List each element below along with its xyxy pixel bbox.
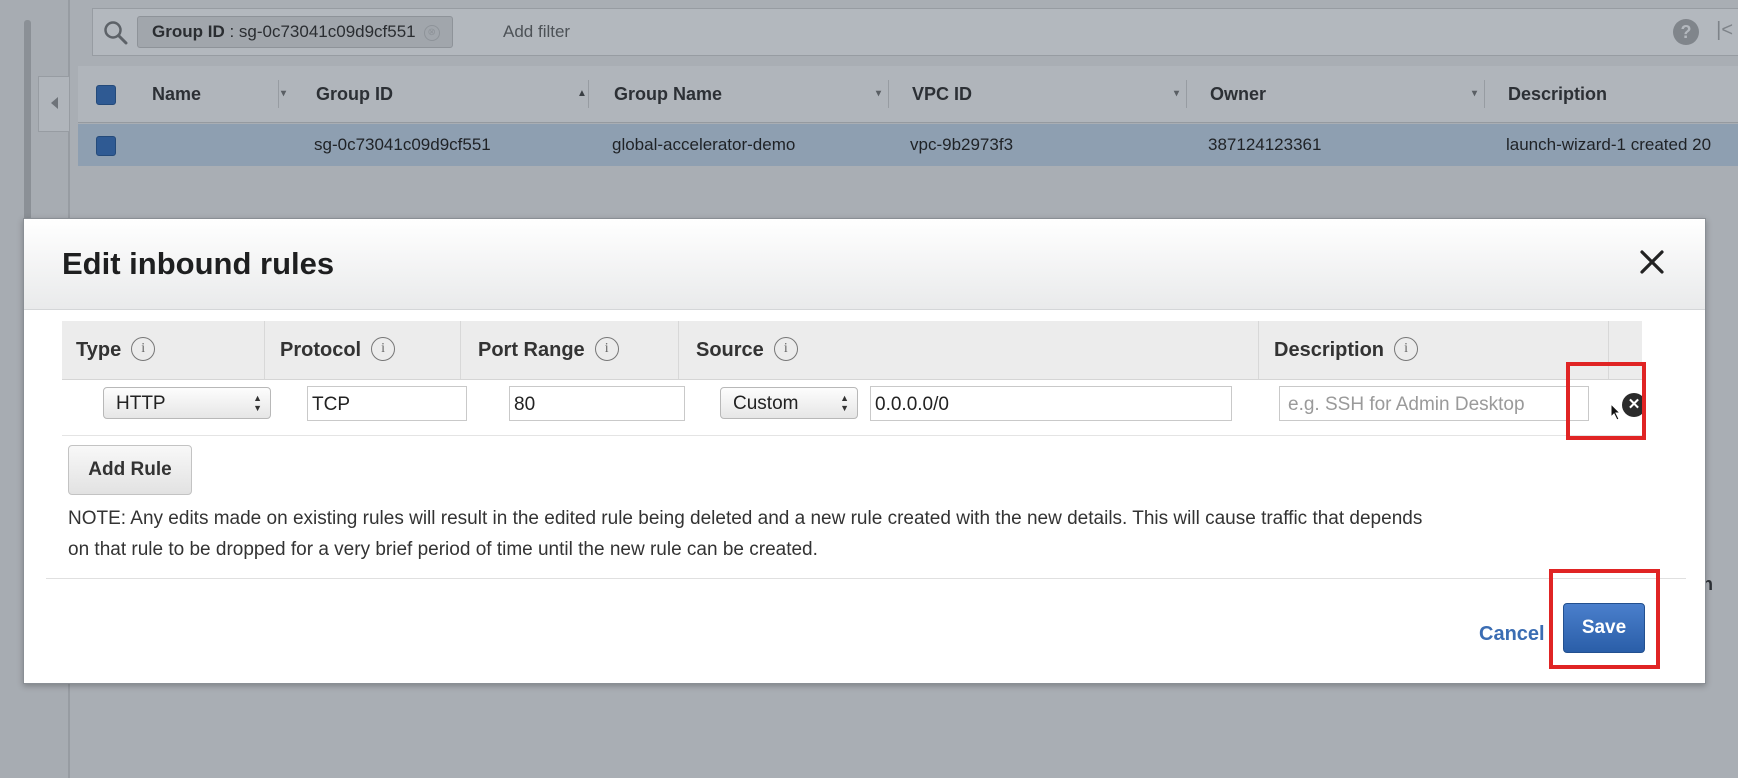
info-icon[interactable]: i	[773, 336, 798, 361]
filter-chip-value: sg-0c73041c09d9cf551	[238, 22, 416, 41]
filter-chip-key: Group ID	[152, 22, 225, 41]
protocol-field[interactable]: TCP	[307, 386, 467, 421]
note-text: NOTE: Any edits made on existing rules w…	[68, 508, 1423, 560]
column-divider	[588, 80, 589, 108]
chevron-left-icon	[50, 97, 58, 109]
nav-scrollbar[interactable]	[24, 20, 31, 220]
dialog-header: Edit inbound rules	[24, 219, 1705, 310]
sort-caret-icon: ▾	[281, 88, 287, 99]
column-divider	[460, 321, 461, 379]
sort-ascending-icon: ▲	[577, 88, 587, 99]
column-divider	[1484, 80, 1485, 108]
column-header-group-id[interactable]: Group ID	[316, 66, 393, 122]
add-filter-input[interactable]: Add filter	[503, 9, 570, 55]
table-row[interactable]: sg-0c73041c09d9cf551 global-accelerator-…	[78, 124, 1738, 166]
info-icon[interactable]: i	[1394, 336, 1419, 361]
chip-close-icon[interactable]: ⊗	[423, 25, 440, 41]
close-icon[interactable]	[1637, 247, 1667, 277]
sort-caret-icon: ▾	[1472, 88, 1478, 99]
port-range-field[interactable]: 80	[509, 386, 685, 421]
rules-table-header: Type i Protocol i Port Range i Source i Desc…	[62, 321, 1642, 380]
source-cidr-field[interactable]: 0.0.0.0/0	[870, 386, 1232, 421]
row-checkbox[interactable]	[96, 136, 116, 156]
highlight-box-save	[1549, 569, 1660, 669]
column-divider	[278, 80, 279, 108]
column-header-source: Source i	[696, 321, 798, 379]
column-divider	[678, 321, 679, 379]
select-all-checkbox[interactable]	[96, 85, 116, 105]
cell-owner: 387124123361	[1208, 135, 1322, 154]
info-icon[interactable]: i	[131, 336, 156, 361]
table-header: Name ▾ Group ID ▲ Group Name ▾ VPC ID ▾ …	[78, 66, 1738, 123]
column-divider	[1186, 80, 1187, 108]
info-icon[interactable]: i	[371, 336, 396, 361]
footer-divider	[46, 578, 1686, 579]
dialog-title: Edit inbound rules	[62, 246, 335, 281]
collapse-sidebar-button[interactable]	[38, 76, 70, 132]
filter-bar: Group ID : sg-0c73041c09d9cf551 ⊗ Add fi…	[92, 8, 1738, 56]
cell-group-name: global-accelerator-demo	[612, 135, 796, 154]
column-divider	[888, 80, 889, 108]
column-header-group-name[interactable]: Group Name	[614, 66, 722, 122]
column-header-protocol: Protocol i	[280, 321, 396, 379]
description-field[interactable]: e.g. SSH for Admin Desktop	[1279, 386, 1589, 421]
rule-row: HTTP ▲ ▼ TCP 80 Custom ▲ ▼ 0.0.0.0/0 e.g. …	[62, 379, 1646, 436]
column-header-port-range: Port Range i	[478, 321, 619, 379]
search-icon	[104, 21, 128, 45]
column-header-owner[interactable]: Owner	[1210, 66, 1266, 122]
column-divider	[1258, 321, 1259, 379]
column-header-type: Type i	[76, 321, 156, 379]
info-icon[interactable]: i	[594, 336, 619, 361]
sort-caret-icon: ▾	[876, 88, 882, 99]
filter-chip[interactable]: Group ID : sg-0c73041c09d9cf551 ⊗	[137, 16, 453, 48]
column-header-description[interactable]: Description	[1508, 66, 1607, 122]
column-header-description: Description i	[1274, 321, 1419, 379]
cell-vpc-id: vpc-9b2973f3	[910, 135, 1014, 154]
cell-description: launch-wizard-1 created 20	[1506, 135, 1712, 154]
sort-caret-icon: ▾	[1174, 88, 1180, 99]
source-type-select[interactable]: Custom ▲ ▼	[720, 387, 858, 419]
cell-group-id: sg-0c73041c09d9cf551	[314, 135, 491, 154]
select-arrows-icon: ▲ ▼	[253, 393, 262, 413]
type-select[interactable]: HTTP ▲ ▼	[103, 387, 271, 419]
first-page-icon[interactable]: |<	[1716, 19, 1733, 42]
help-icon[interactable]: ?	[1673, 19, 1699, 45]
select-arrows-icon: ▲ ▼	[840, 393, 849, 413]
column-header-name[interactable]: Name	[152, 66, 201, 122]
edit-inbound-rules-dialog: Edit inbound rules Type i Protocol i Port …	[23, 218, 1706, 684]
column-header-vpc-id[interactable]: VPC ID	[912, 66, 972, 122]
column-divider	[264, 321, 265, 379]
highlight-box-delete	[1566, 362, 1646, 440]
add-rule-button[interactable]: Add Rule	[68, 445, 192, 495]
cancel-button[interactable]: Cancel	[1479, 623, 1545, 646]
